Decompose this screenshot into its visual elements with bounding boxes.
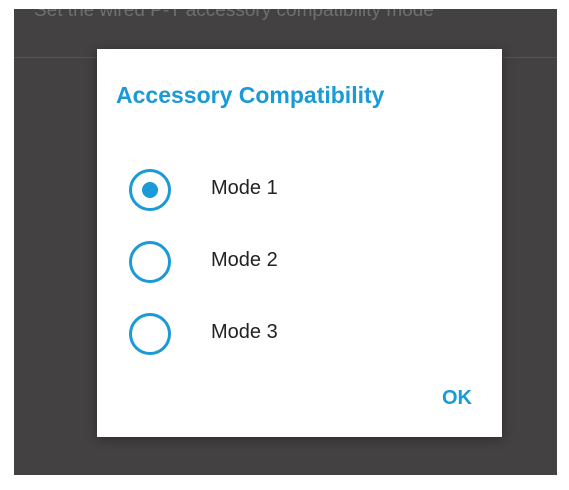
option-label-mode-2: Mode 2 — [211, 249, 278, 271]
option-label-mode-1: Mode 1 — [211, 177, 278, 199]
background-setting-summary: Set the wired P-T accessory compatibilit… — [34, 9, 434, 21]
option-mode-3[interactable]: Mode 3 — [115, 308, 485, 368]
option-label-mode-3: Mode 3 — [211, 321, 278, 343]
option-mode-2[interactable]: Mode 2 — [115, 236, 485, 296]
dialog-title: Accessory Compatibility — [116, 82, 385, 108]
radio-selected-icon[interactable] — [129, 169, 171, 211]
radio-dot-icon — [142, 182, 158, 198]
accessory-compatibility-dialog: Accessory Compatibility Mode 1 Mode 2 Mo… — [97, 49, 502, 437]
option-mode-1[interactable]: Mode 1 — [115, 164, 485, 224]
radio-unselected-icon[interactable] — [129, 241, 171, 283]
screen-scrim: Set the wired P-T accessory compatibilit… — [14, 9, 557, 475]
radio-unselected-icon[interactable] — [129, 313, 171, 355]
ok-button[interactable]: OK — [442, 387, 472, 410]
